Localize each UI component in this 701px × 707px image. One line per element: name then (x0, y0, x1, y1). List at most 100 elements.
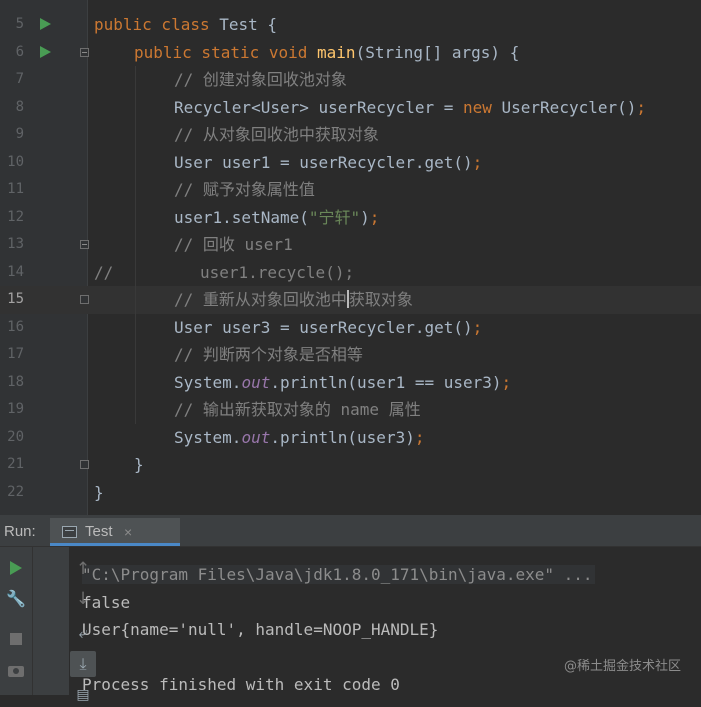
rerun-icon[interactable] (4, 557, 28, 581)
fold-marker-icon[interactable] (80, 47, 89, 57)
code-token: out (241, 427, 271, 447)
line-number[interactable]: 19 (0, 396, 24, 424)
code-token: public static void (134, 42, 318, 62)
line-number[interactable]: 17 (0, 341, 24, 369)
code-line[interactable]: 20 System.out.println(user3); (0, 424, 701, 452)
code-token: out (241, 372, 271, 392)
fold-marker-icon[interactable] (80, 240, 89, 249)
indent-guide (135, 66, 136, 424)
line-number[interactable]: 8 (0, 94, 24, 122)
code-token: main (317, 42, 356, 62)
code-line[interactable]: 5 public class Test { (0, 11, 701, 39)
line-number[interactable]: 9 (0, 121, 24, 149)
run-gutter-icon[interactable] (40, 45, 51, 58)
code-text: User user1 = userRecycler.get(); (174, 149, 482, 177)
code-token: ; (414, 427, 425, 447)
code-text: public static void main(String[] args) { (134, 39, 519, 67)
line-number[interactable]: 6 (0, 39, 24, 67)
line-number[interactable]: 20 (0, 424, 24, 452)
code-token: (String[] args) { (355, 42, 520, 62)
line-number[interactable]: 7 (0, 66, 24, 94)
line-number[interactable]: 10 (0, 149, 24, 177)
scroll-down-icon[interactable]: ↓ (71, 587, 95, 611)
code-token: // 判断两个对象是否相等 (174, 345, 363, 364)
code-token: .println(user3) (270, 427, 415, 447)
code-line[interactable]: 16 User user3 = userRecycler.get(); (0, 314, 701, 342)
code-token: ; (501, 372, 512, 392)
active-tab-indicator (50, 543, 180, 546)
code-text: } (94, 479, 104, 507)
console-text: Process finished with exit code 0 (82, 675, 400, 694)
line-number[interactable]: 5 (0, 11, 24, 39)
run-label: Run: (4, 523, 36, 540)
close-icon[interactable]: × (124, 518, 132, 546)
code-text: public class Test { (94, 11, 277, 39)
code-text: // 重新从对象回收池中 获取对象 (174, 286, 413, 314)
code-line[interactable]: 22} (0, 479, 701, 507)
code-text: // 回收 user1 (174, 231, 293, 259)
clear-icon[interactable]: ▤ (71, 683, 95, 707)
line-number[interactable]: 12 (0, 204, 24, 232)
code-text: user1.setName("宁轩"); (174, 204, 379, 232)
code-token: Test (219, 15, 268, 34)
code-line[interactable]: 21} (0, 451, 701, 479)
code-token: ) (360, 207, 370, 227)
console-line: Process finished with exit code 0 (82, 671, 400, 699)
code-line[interactable]: 17 // 判断两个对象是否相等 (0, 341, 701, 369)
code-token: // 重新从对象回收池中 获取对象 (174, 290, 413, 309)
code-text: Recycler<User> userRecycler = new UserRe… (174, 94, 646, 122)
line-number[interactable]: 15 (0, 286, 24, 314)
code-text: System.out.println(user3); (174, 424, 424, 452)
code-token: user1.setName( (174, 207, 309, 227)
code-text: // 判断两个对象是否相等 (174, 341, 363, 369)
line-number[interactable]: 13 (0, 231, 24, 259)
soft-wrap-icon[interactable]: ⤶ (71, 621, 95, 645)
line-number[interactable]: 11 (0, 176, 24, 204)
code-token: // 赋予对象属性值 (174, 180, 315, 199)
settings-wrench-icon[interactable]: 🔧 (4, 587, 28, 611)
code-text: User user3 = userRecycler.get(); (174, 314, 482, 342)
code-text: // 输出新获取对象的 name 属性 (174, 396, 421, 424)
watermark: @稀土掘金技术社区 (563, 659, 681, 674)
code-token: } (94, 482, 104, 502)
line-number[interactable]: 16 (0, 314, 24, 342)
code-line[interactable]: 18 System.out.println(user1 == user3); (0, 369, 701, 397)
code-token: ; (369, 207, 380, 227)
scroll-up-icon[interactable]: ↑ (71, 557, 95, 581)
line-number[interactable]: 21 (0, 451, 24, 479)
code-line[interactable]: 13 // 回收 user1 (0, 231, 701, 259)
run-gutter-icon[interactable] (40, 18, 51, 30)
code-text: } (134, 451, 144, 479)
camera-icon[interactable] (4, 659, 28, 683)
code-line[interactable]: 6 public static void main(String[] args) … (0, 39, 701, 67)
code-token: ; (636, 97, 647, 117)
code-line[interactable]: 9 // 从对象回收池中获取对象 (0, 121, 701, 149)
code-line[interactable]: 12 user1.setName("宁轩"); (0, 204, 701, 232)
code-token: public class (94, 15, 220, 34)
line-number[interactable]: 14 (0, 259, 24, 287)
code-token: // 输出新获取对象的 name 属性 (174, 400, 421, 419)
line-number[interactable]: 22 (0, 479, 24, 507)
code-token: User user3 = userRecycler.get() (174, 317, 473, 337)
code-token: UserRecycler() (501, 97, 637, 117)
fold-marker-icon[interactable] (80, 460, 89, 469)
code-line[interactable]: 11 // 赋予对象属性值 (0, 176, 701, 204)
code-line[interactable]: 10 User user1 = userRecycler.get(); (0, 149, 701, 177)
scroll-to-end-icon[interactable]: ⤓ (70, 651, 96, 677)
code-editor[interactable]: 5 public class Test { 6 public static void … (0, 0, 701, 515)
code-text: // 赋予对象属性值 (174, 176, 315, 204)
code-line[interactable]: 7 // 创建对象回收池对象 (0, 66, 701, 94)
fold-marker-icon[interactable] (80, 295, 89, 304)
run-toolbar-secondary: ↑ ↓ ⤶ ⤓ ▤ (32, 547, 96, 703)
console-tab-icon (62, 526, 77, 538)
stop-icon[interactable] (4, 627, 28, 651)
code-line[interactable]: 19 // 输出新获取对象的 name 属性 (0, 396, 701, 424)
run-tab-title: Test (85, 523, 113, 540)
code-line[interactable]: 8 Recycler<User> userRecycler = new UserR… (0, 94, 701, 122)
run-tab-test[interactable]: Test × (50, 518, 180, 546)
code-token: } (134, 455, 144, 474)
line-number[interactable]: 18 (0, 369, 24, 397)
code-line[interactable]: 14 // user1.recycle(); (0, 259, 701, 287)
run-toolbar-primary: 🔧 (0, 547, 32, 695)
code-line[interactable]: 15 // 重新从对象回收池中 获取对象 (0, 286, 701, 314)
